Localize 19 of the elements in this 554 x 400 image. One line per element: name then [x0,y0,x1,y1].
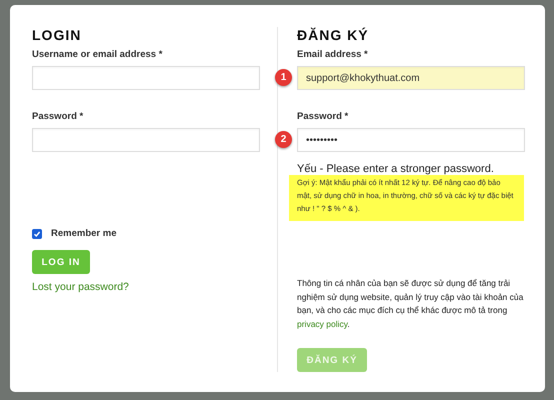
login-heading: LOGIN [32,27,82,45]
register-heading: ĐĂNG KÝ [297,27,370,45]
strength-message: Yếu - Please enter a stronger password. [297,163,495,175]
email-label: Email address * [297,49,369,60]
password-label: Password * [32,111,84,122]
username-label: Username or email address * [32,49,164,60]
step-badge: 1 [275,69,292,86]
password-field[interactable] [32,128,260,152]
password-label: Password * [297,111,350,122]
remember-label: Remember me [51,228,116,239]
username-field[interactable] [32,66,260,90]
step-badge: 2 [275,131,292,148]
lost-password-link[interactable]: Lost your password? [32,281,259,293]
email-field[interactable]: support@khokythuat.com [297,66,525,90]
password-field[interactable]: ••••••••• [297,128,525,152]
privacy-notice: Thông tin cá nhân của bạn sẽ được sử dụng để tăng trải nghiệm sử dụng website, quản lý truy cập vào tài khoản của bạn, và cho các mục đích cụ thể khác được mô tả trong privacy policy. [297,277,524,331]
login-button[interactable]: LOG IN [32,250,90,274]
remember-checkbox[interactable] [32,228,42,238]
privacy-policy-link[interactable]: privacy policy [297,318,348,328]
